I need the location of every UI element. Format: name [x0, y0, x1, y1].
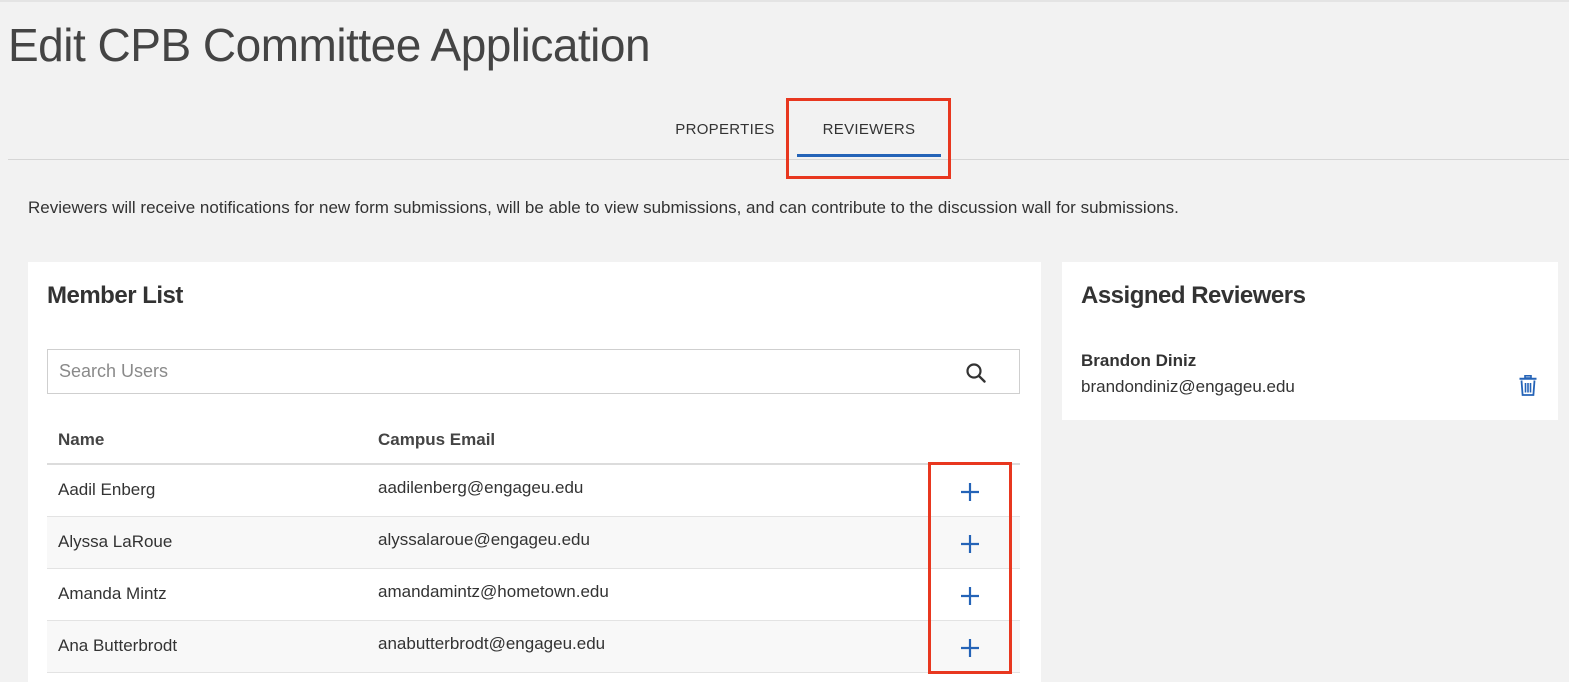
search-input[interactable]	[48, 350, 948, 393]
member-email: alyssalaroue@engageu.edu	[378, 530, 590, 549]
column-header-email: Campus Email	[378, 430, 496, 449]
plus-icon[interactable]	[959, 533, 981, 555]
member-list-title: Member List	[47, 282, 183, 309]
tab-reviewers-label: REVIEWERS	[822, 121, 916, 138]
tab-reviewers[interactable]: REVIEWERS	[797, 100, 941, 159]
plus-icon[interactable]	[959, 637, 981, 659]
plus-icon[interactable]	[959, 481, 981, 503]
table-row: Amanda Mintz amandamintz@hometown.edu	[47, 569, 1020, 621]
tab-properties[interactable]: PROPERTIES	[662, 100, 788, 159]
table-row: Alyssa LaRoue alyssalaroue@engageu.edu	[47, 517, 1020, 569]
member-name: Ana Butterbrodt	[58, 636, 178, 655]
reviewer-name: Brandon Diniz	[1081, 351, 1197, 370]
member-email: anabutterbrodt@engageu.edu	[378, 634, 606, 653]
table-row: Aadil Enberg aadilenberg@engageu.edu	[47, 465, 1020, 517]
trash-icon[interactable]	[1519, 375, 1537, 396]
member-email: amandamintz@hometown.edu	[378, 582, 609, 601]
member-name: Alyssa LaRoue	[58, 532, 173, 551]
page-title: Edit CPB Committee Application	[8, 19, 651, 71]
table-row: Ana Butterbrodt anabutterbrodt@engageu.e…	[47, 621, 1020, 673]
reviewers-description: Reviewers will receive notifications for…	[28, 198, 1179, 217]
member-list-panel: Member List Name Campus Email Aadil Enbe…	[28, 262, 1041, 682]
search-icon[interactable]	[965, 362, 987, 384]
plus-icon[interactable]	[959, 585, 981, 607]
table-header: Name Campus Email	[47, 422, 1020, 465]
top-divider	[0, 0, 1569, 2]
reviewer-email: brandondiniz@engageu.edu	[1081, 377, 1295, 396]
active-tab-indicator	[797, 154, 941, 157]
tab-bar: PROPERTIES REVIEWERS	[8, 100, 1569, 160]
assigned-reviewers-title: Assigned Reviewers	[1081, 282, 1306, 309]
member-name: Aadil Enberg	[58, 480, 156, 499]
column-header-name: Name	[58, 430, 105, 449]
assigned-reviewers-panel: Assigned Reviewers Brandon Diniz brandon…	[1062, 262, 1558, 420]
tab-properties-label: PROPERTIES	[675, 121, 775, 138]
member-name: Amanda Mintz	[58, 584, 167, 603]
member-email: aadilenberg@engageu.edu	[378, 478, 584, 497]
search-box	[47, 349, 1020, 394]
